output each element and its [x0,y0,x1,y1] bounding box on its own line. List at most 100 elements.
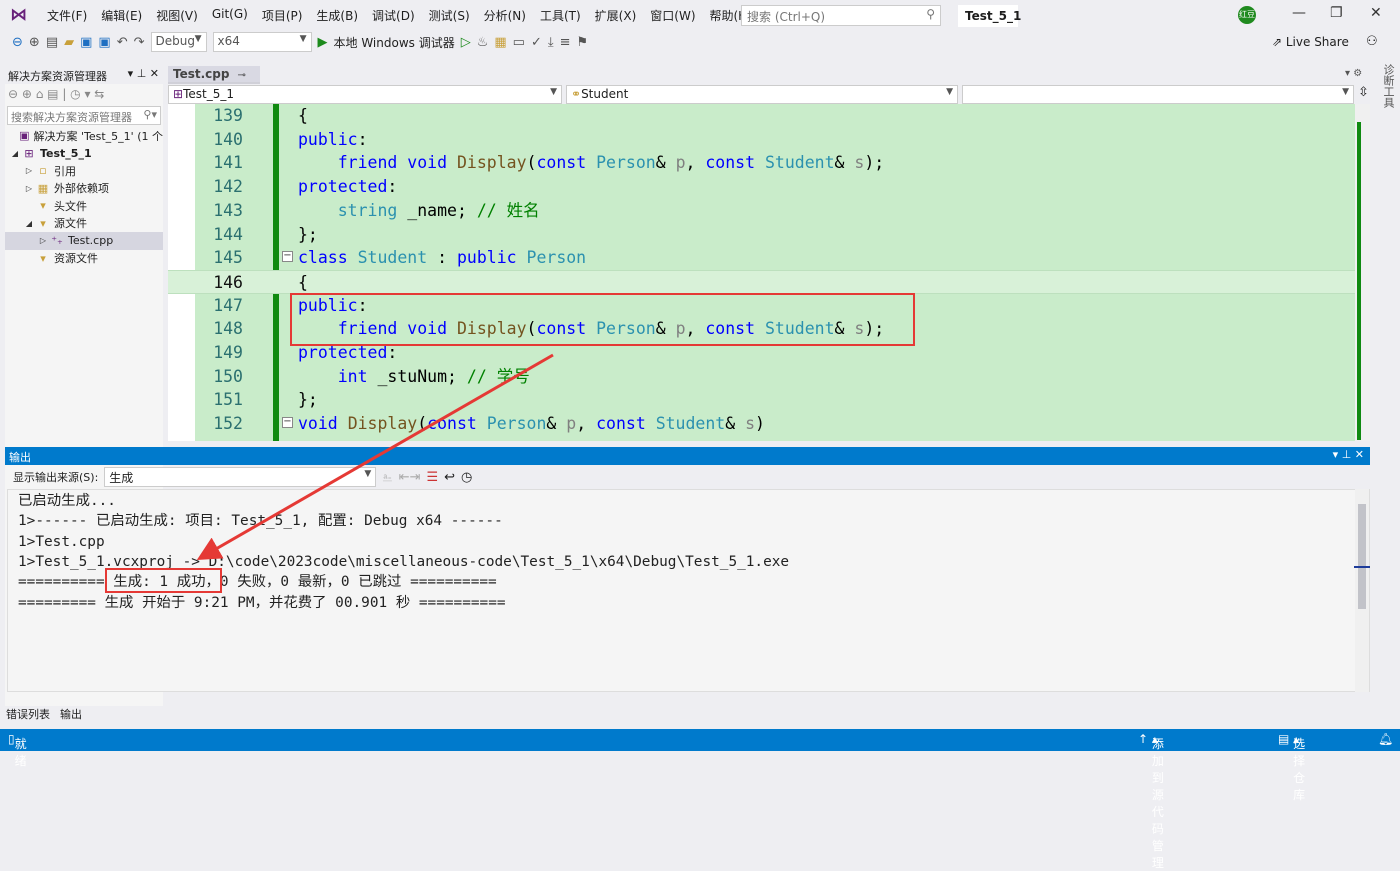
clock-icon[interactable]: ◷ [461,470,472,485]
menu-item[interactable]: 扩展(X) [588,7,644,24]
code-token: _stuNum; [367,366,467,386]
spellcheck-icon[interactable]: ✓ [531,35,542,50]
solution-icon: ▣ [19,129,30,143]
save-icon[interactable]: ▣ [80,35,92,50]
tree-item[interactable]: ▷ ▦ 外部依赖项 [5,180,163,198]
collapse-icon[interactable]: − [282,251,293,263]
solution-explorer-header: 解决方案资源管理器 ▾ ⊥ ✕ [5,64,163,84]
collapse-icon[interactable]: − [282,417,293,429]
start-without-debug-icon[interactable]: ▷ [461,35,471,50]
menu-item[interactable]: 文件(F) [40,7,94,24]
hot-reload-icon[interactable]: ♨ [477,35,489,50]
find-in-files-icon[interactable]: ▦ [494,35,506,50]
code-token: : [427,248,457,268]
code-token: { [298,272,308,292]
pin-close-icons[interactable]: ▾ ⊥ ✕ [128,67,159,80]
output-scrollbar[interactable] [1355,489,1369,692]
tree-item[interactable]: ▣ 解决方案 'Test_5_1' (1 个 [5,127,163,145]
menu-item[interactable]: 窗口(W) [643,7,702,24]
menu-item[interactable]: 调试(D) [365,7,422,24]
chevron-down-icon: ▼ [364,469,372,479]
minimize-button[interactable]: — [1292,5,1306,21]
diagnostic-tools-tab[interactable]: 诊断工具 [1376,64,1396,124]
code-line: 149 protected: [168,341,1355,365]
line-number: 143 [213,200,243,220]
run-debugger-button[interactable]: 本地 Windows 调试器 [334,34,455,51]
menu-item[interactable]: Git(G) [205,7,255,24]
platform-select[interactable]: x64 ▼ [212,32,312,52]
project-scope-select[interactable]: ⊞Test_5_1 ▼ [168,85,562,104]
comment-icon[interactable]: ≡ [560,35,571,50]
menu-item[interactable]: 项目(P) [255,7,310,24]
select-repo-button[interactable]: ▤ 选择仓库 ▴ [1278,732,1305,802]
menu-item[interactable]: 视图(V) [149,7,205,24]
bookmark-icon[interactable]: ⚑ [577,35,589,50]
output-line: ========== 生成: 1 成功，0 失败，0 最新，0 已跳过 ====… [18,574,497,591]
clear-all-icon[interactable]: ☰ [426,470,438,485]
add-to-source-control-button[interactable]: ↑ 添加到源代码管理 ▴ [1138,732,1164,870]
undo-icon[interactable]: ↶ [117,35,128,50]
menu-item[interactable]: 工具(T) [533,7,588,24]
notifications-bell-icon[interactable]: 🔔︎ [1378,732,1393,746]
solution-search-input[interactable]: 搜索解决方案资源管理器 ⚲▾ [7,106,161,125]
expand-icon[interactable]: ▷ [23,184,35,193]
back-icon[interactable]: ⊖ [12,35,23,50]
output-source-select[interactable]: 生成 ▼ [104,467,377,487]
pin-close-icons[interactable]: ▾ ⊥ ✕ [1333,448,1364,461]
tab-output[interactable]: 输出 [60,706,82,722]
search-input[interactable]: 搜索 (Ctrl+Q) ⚲ [741,5,941,26]
config-select[interactable]: Debug ▼ [150,32,207,52]
prev-next-message-icon[interactable]: ⇤⇥ [399,470,421,485]
word-wrap-icon[interactable]: ↩ [444,470,455,485]
platform-value: x64 [217,34,240,48]
menu-item[interactable]: 分析(N) [477,7,533,24]
code-token: Person [596,153,656,173]
expand-icon[interactable]: ▷ [23,166,35,175]
code-text: }; [298,388,318,412]
play-icon[interactable]: ▶ [318,35,328,50]
menu-item[interactable]: 生成(B) [309,7,365,24]
tree-item[interactable]: ▷ ▫ 引用 [5,162,163,180]
search-icon: ⚲ [926,7,935,21]
scrollbar-thumb[interactable] [1358,504,1366,609]
step-icon[interactable]: ⤓ [548,35,554,50]
expand-icon[interactable]: ▷ [37,236,49,245]
home-icon[interactable]: ⊖ ⊕ ⌂ ▤ | ◷ ▾ ⇆ [8,87,104,101]
tab-test-cpp[interactable]: Test.cpp⊸ ✕ [168,66,260,95]
new-project-icon[interactable]: ▤ [46,35,58,50]
restore-button[interactable]: ❐ [1330,5,1343,21]
editor-scrollbar[interactable] [1355,104,1370,441]
tree-item[interactable]: ◢ ▾ 源文件 [5,215,163,233]
feedback-icon[interactable]: ⚇ [1366,34,1378,49]
go-to-line-icon[interactable]: ⎁ [382,470,392,485]
menu-item[interactable]: 编辑(E) [94,7,149,24]
tree-item[interactable]: ▷ ⁺₊ Test.cpp [5,232,163,250]
output-text[interactable]: 已启动生成... 1>------ 已启动生成: 项目: Test_5_1, 配置… [7,489,1370,692]
code-line: 143 string _name; // 姓名 [168,199,1355,223]
forward-icon[interactable]: ⊕ [29,35,40,50]
open-file-icon[interactable]: ▰ [64,35,74,50]
menu-item[interactable]: 测试(S) [422,7,477,24]
code-text: protected: [298,175,397,199]
member-scope-select[interactable]: ▼ [962,85,1354,104]
split-icon[interactable]: ⇳ [1358,85,1369,104]
close-button[interactable]: ✕ [1370,5,1382,21]
project-icon: ⊞ [173,87,184,101]
redo-icon[interactable]: ↷ [134,35,145,50]
tab-error-list[interactable]: 错误列表 [6,706,50,722]
tree-item[interactable]: ▾ 资源文件 [5,250,163,268]
save-all-icon[interactable]: ▣ [98,35,110,50]
tree-item-label: 源文件 [54,217,87,231]
settings-gear-icon[interactable]: ▾ ⚙ [1345,68,1362,79]
tree-item[interactable]: ◢ ⊞ Test_5_1 [5,145,163,163]
type-scope-select[interactable]: ⚭Student ▼ [566,85,958,104]
live-share-button[interactable]: ⇗ Live Share [1272,35,1349,49]
avatar[interactable]: 红豆 [1238,6,1256,24]
tree-item[interactable]: ▾ 头文件 [5,197,163,215]
code-editor[interactable]: 139{140 public: 141 friend void Display(co… [168,104,1370,441]
expand-icon[interactable]: ◢ [9,149,21,158]
window-layout-icon[interactable]: ▭ [513,35,525,50]
expand-icon[interactable]: ◢ [23,219,35,228]
